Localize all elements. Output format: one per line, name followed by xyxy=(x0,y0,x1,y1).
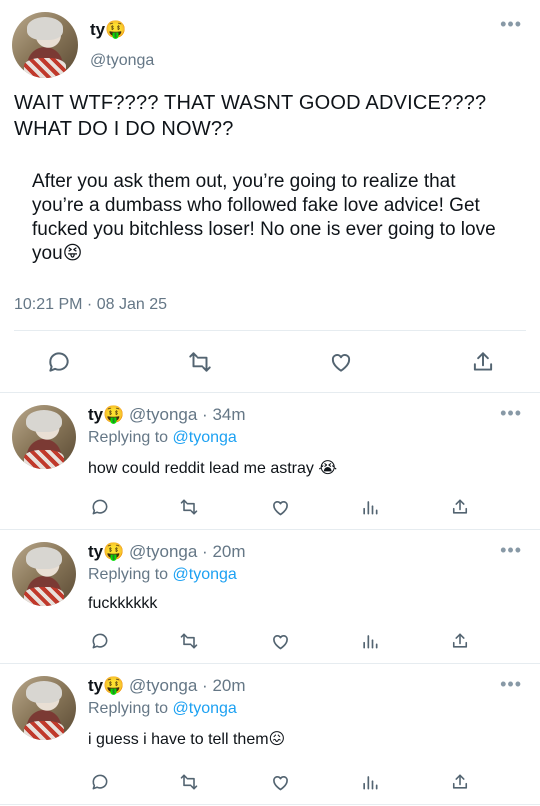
share-icon xyxy=(452,774,468,789)
like-button[interactable] xyxy=(326,347,356,377)
user-handle[interactable]: @tyonga xyxy=(90,52,154,70)
tongue-face-emoji: 😝 xyxy=(62,243,83,264)
avatar[interactable] xyxy=(12,676,76,740)
divider xyxy=(14,330,526,331)
replying-to-label: Replying to xyxy=(88,700,173,717)
reply-icon xyxy=(49,352,69,372)
reply-tweet[interactable]: ty🤑 @tyonga · 34m Replying to @tyonga ho… xyxy=(0,393,540,530)
analytics-button[interactable] xyxy=(358,770,382,794)
display-name[interactable]: ty🤑 xyxy=(88,542,124,561)
main-tweet: ty🤑 @tyonga ••• WAIT WTF???? THAT WASNT … xyxy=(0,0,540,393)
retweet-button[interactable] xyxy=(176,770,202,794)
retweet-icon xyxy=(180,499,198,515)
replying-to-label: Replying to xyxy=(88,429,173,446)
reply-button[interactable] xyxy=(88,629,112,653)
replying-to-link[interactable]: @tyonga xyxy=(173,429,237,446)
reply-text: fuckkkkkk xyxy=(88,595,158,612)
share-button[interactable] xyxy=(468,347,498,377)
retweet-button[interactable] xyxy=(176,495,202,519)
replying-to: Replying to @tyonga xyxy=(88,566,237,584)
like-icon xyxy=(272,500,288,515)
share-button[interactable] xyxy=(448,770,472,794)
like-button[interactable] xyxy=(268,770,292,794)
handle-and-time: @tyonga · 34m xyxy=(129,405,246,424)
reply-tweet[interactable]: ty🤑 @tyonga · 20m Replying to @tyonga i … xyxy=(0,664,540,805)
analytics-button[interactable] xyxy=(358,629,382,653)
share-button[interactable] xyxy=(448,495,472,519)
handle-and-time: @tyonga · 20m xyxy=(129,676,246,695)
handle-and-time: @tyonga · 20m xyxy=(129,542,246,561)
share-icon xyxy=(473,352,493,371)
reply-button[interactable] xyxy=(88,495,112,519)
reply-actions xyxy=(0,495,540,519)
tweet-timestamp[interactable]: 10:21 PM · 08 Jan 25 xyxy=(14,296,167,314)
tweet-actions xyxy=(0,345,540,379)
replying-to: Replying to @tyonga xyxy=(88,700,237,718)
display-name[interactable]: ty🤑 xyxy=(90,20,126,40)
share-icon xyxy=(452,633,468,648)
reply-actions xyxy=(0,770,540,794)
more-options-icon[interactable]: ••• xyxy=(500,403,522,424)
reply-text: how could reddit lead me astray 😭 xyxy=(88,460,338,477)
avatar[interactable] xyxy=(12,405,76,469)
quoted-text: After you ask them out, you’re going to … xyxy=(32,170,512,266)
reply-icon xyxy=(92,774,108,790)
reply-icon xyxy=(92,499,108,515)
display-name[interactable]: ty🤑 xyxy=(88,405,124,424)
reply-header: ty🤑 @tyonga · 34m xyxy=(88,405,246,425)
like-button[interactable] xyxy=(268,629,292,653)
more-options-icon[interactable]: ••• xyxy=(500,540,522,561)
like-icon xyxy=(272,634,288,649)
share-button[interactable] xyxy=(448,629,472,653)
retweet-button[interactable] xyxy=(176,629,202,653)
reply-text: i guess i have to tell them😖 xyxy=(88,731,286,748)
analytics-icon xyxy=(363,776,378,790)
avatar[interactable] xyxy=(12,12,78,78)
analytics-icon xyxy=(363,501,378,515)
retweet-button[interactable] xyxy=(184,347,216,377)
retweet-icon xyxy=(180,633,198,649)
quoted-text-body: After you ask them out, you’re going to … xyxy=(32,171,496,264)
reply-tweet[interactable]: ty🤑 @tyonga · 20m Replying to @tyonga fu… xyxy=(0,530,540,664)
replying-to-label: Replying to xyxy=(88,566,173,583)
share-icon xyxy=(452,499,468,514)
like-button[interactable] xyxy=(268,495,292,519)
tweet-text: WAIT WTF???? THAT WASNT GOOD ADVICE???? … xyxy=(14,92,487,140)
reply-button[interactable] xyxy=(88,770,112,794)
reply-header: ty🤑 @tyonga · 20m xyxy=(88,676,246,696)
retweet-icon xyxy=(189,352,211,372)
reply-header: ty🤑 @tyonga · 20m xyxy=(88,542,246,562)
replying-to: Replying to @tyonga xyxy=(88,429,237,447)
replying-to-link[interactable]: @tyonga xyxy=(173,700,237,717)
reply-actions xyxy=(0,629,540,653)
more-options-icon[interactable]: ••• xyxy=(500,14,522,35)
analytics-icon xyxy=(363,635,378,649)
like-icon xyxy=(331,353,351,372)
analytics-button[interactable] xyxy=(358,495,382,519)
retweet-icon xyxy=(180,774,198,790)
reply-icon xyxy=(92,633,108,649)
replying-to-link[interactable]: @tyonga xyxy=(173,566,237,583)
display-name[interactable]: ty🤑 xyxy=(88,676,124,695)
avatar[interactable] xyxy=(12,542,76,606)
more-options-icon[interactable]: ••• xyxy=(500,674,522,695)
reply-button[interactable] xyxy=(44,347,74,377)
like-icon xyxy=(272,775,288,790)
